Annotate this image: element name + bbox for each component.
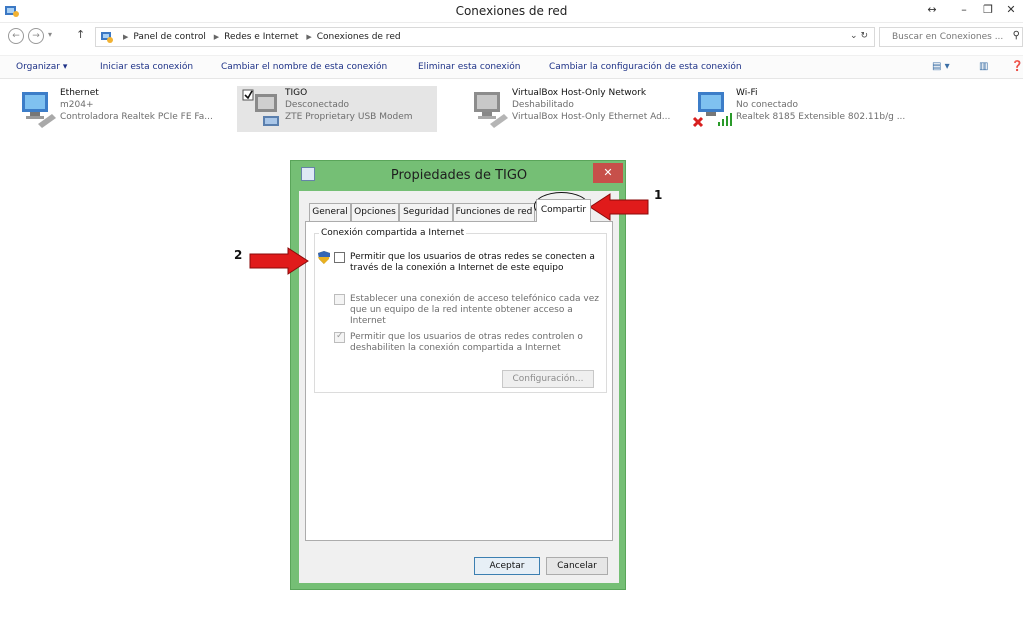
connection-ethernet[interactable]: Ethernet m204+ Controladora Realtek PCIe… (12, 86, 224, 132)
command-bar: Organizar ▾ Iniciar esta conexión Cambia… (0, 55, 1023, 79)
connection-name: VirtualBox Host-Only Network (512, 88, 647, 98)
cancel-button[interactable]: Cancelar (546, 557, 608, 575)
minimize-button[interactable]: – (952, 0, 976, 22)
connection-status: Desconectado (285, 100, 350, 110)
delete-connection-button[interactable]: Eliminar esta conexión (418, 62, 520, 72)
internet-sharing-group: Conexión compartida a Internet Permitir … (314, 228, 607, 393)
connection-tigo[interactable]: TIGO Desconectado ZTE Proprietary USB Mo… (237, 86, 437, 132)
connection-device: ZTE Proprietary USB Modem (285, 112, 413, 122)
recent-locations-button[interactable]: ▾ (48, 30, 52, 39)
sharing-tab-panel: Conexión compartida a Internet Permitir … (305, 221, 613, 541)
connection-name: TIGO (285, 88, 308, 98)
dialog-title: Propiedades de TIGO (390, 168, 528, 183)
tab-options[interactable]: Opciones (351, 203, 399, 221)
red-arrow-2-icon (249, 247, 309, 275)
rename-connection-button[interactable]: Cambiar el nombre de esta conexión (221, 62, 387, 72)
tab-security[interactable]: Seguridad (399, 203, 453, 221)
tab-sharing[interactable]: Compartir (536, 199, 591, 222)
dialog-close-button[interactable]: ✕ (593, 163, 623, 183)
allow-sharing-checkbox[interactable] (334, 252, 345, 263)
connection-status: No conectado (736, 100, 799, 110)
organize-button[interactable]: Organizar ▾ (16, 62, 67, 72)
connection-status: Deshabilitado (512, 100, 574, 110)
ethernet-icon (474, 92, 508, 128)
restore-button[interactable]: ❐ (976, 0, 1000, 22)
check-mark-icon: ✓ (336, 331, 344, 341)
properties-dialog: Propiedades de TIGO ✕ General Opciones S… (290, 160, 626, 590)
allow-control-label: Permitir que los usuarios de otras redes… (350, 332, 583, 353)
dialog-body: General Opciones Seguridad Funciones de … (299, 191, 619, 583)
search-placeholder: Buscar en Conexiones ... (892, 32, 1004, 42)
address-row: ← → ▾ ↑ ▶ Panel de control ▶ Redes e Inter… (0, 24, 1023, 50)
breadcrumb: ▶ Panel de control ▶ Redes e Internet ▶ Con… (118, 32, 401, 42)
breadcrumb-item-control-panel[interactable]: Panel de control (133, 32, 205, 42)
connection-wifi[interactable]: Wi-Fi No conectado Realtek 8185 Extensib… (688, 86, 908, 132)
forward-button[interactable]: → (28, 28, 44, 44)
allow-sharing-label: Permitir que los usuarios de otras redes… (350, 252, 595, 273)
dial-on-demand-checkbox[interactable] (334, 294, 345, 305)
ok-button[interactable]: Aceptar (474, 557, 540, 575)
search-icon[interactable]: ⚲ (1013, 30, 1020, 41)
annotation-label-1: 1 (654, 188, 663, 202)
connection-device: Realtek 8185 Extensible 802.11b/g ... (736, 112, 906, 122)
breadcrumb-chevron-icon: ▶ (123, 33, 129, 41)
change-settings-button[interactable]: Cambiar la configuración de esta conexió… (549, 62, 742, 72)
view-options-icon[interactable]: ▤ ▾ (932, 61, 950, 72)
breadcrumb-item-network-internet[interactable]: Redes e Internet (224, 32, 298, 42)
ethernet-icon (22, 92, 56, 128)
connection-name: Wi-Fi (736, 88, 758, 98)
resize-icon[interactable]: ↔ (920, 0, 944, 22)
breadcrumb-item-network-connections[interactable]: Conexiones de red (317, 32, 401, 42)
configuration-button[interactable]: Configuración... (502, 370, 594, 388)
connection-name: Ethernet (60, 88, 99, 98)
wifi-icon (692, 92, 732, 128)
up-button[interactable]: ↑ (76, 28, 85, 41)
tab-general[interactable]: General (309, 203, 351, 221)
dial-on-demand-label: Establecer una conexión de acceso telefó… (350, 294, 599, 326)
connection-status: m204+ (60, 100, 94, 110)
red-arrow-1-icon (589, 193, 649, 221)
group-label: Conexión compartida a Internet (319, 228, 467, 238)
start-connection-button[interactable]: Iniciar esta conexión (100, 62, 193, 72)
address-bar[interactable]: ▶ Panel de control ▶ Redes e Internet ▶ Con… (95, 27, 875, 47)
annotation-label-2: 2 (234, 248, 243, 262)
help-icon[interactable]: ❓ (1011, 61, 1023, 72)
breadcrumb-chevron-icon: ▶ (213, 33, 220, 41)
modem-icon (242, 89, 279, 126)
search-input[interactable]: Buscar en Conexiones ... ⚲ (879, 27, 1023, 47)
connection-virtualbox[interactable]: VirtualBox Host-Only Network Deshabilita… (464, 86, 676, 132)
close-window-button[interactable]: ✕ (999, 0, 1023, 22)
connection-device: VirtualBox Host-Only Ethernet Ad... (512, 112, 671, 122)
window-titlebar: Conexiones de red ↔ – ❐ ✕ (0, 0, 1023, 23)
connection-device: Controladora Realtek PCIe FE Fa... (60, 112, 213, 122)
control-panel-icon (101, 32, 113, 43)
window-title: Conexiones de red (455, 4, 568, 18)
preview-pane-icon[interactable]: ▥ (979, 61, 988, 72)
back-button[interactable]: ← (8, 28, 24, 44)
refresh-button[interactable]: ⌄ ↻ (850, 31, 868, 41)
tab-networking[interactable]: Funciones de red (453, 203, 535, 221)
breadcrumb-chevron-icon: ▶ (306, 33, 312, 41)
allow-control-checkbox[interactable]: ✓ (334, 331, 345, 343)
uac-shield-icon (318, 251, 330, 264)
